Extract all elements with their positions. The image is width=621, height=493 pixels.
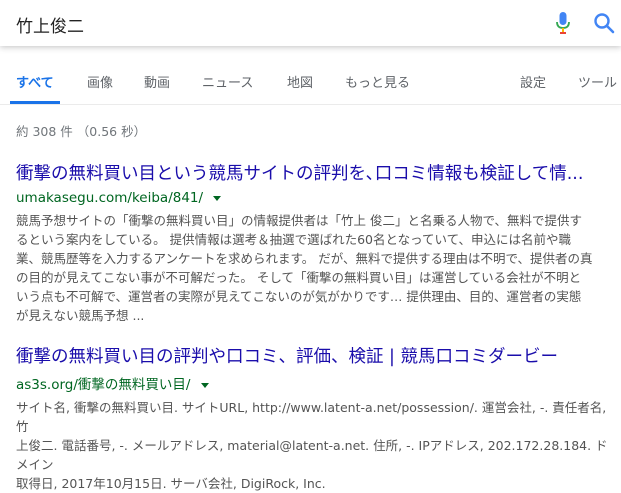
search-result: 衝撃の無料買い目という競馬サイトの評判を､口コミ情報も検証して情... umak… (16, 160, 616, 325)
snippet-line: の目的が見えてこない事が不可解だった。 そして「衝撃の無料買い目」は運営している… (16, 270, 582, 285)
search-result: 衝撃の無料買い目の評判や口コミ、評価、検証 | 競馬口コミダービー as3s.o… (16, 343, 616, 493)
result-title-link[interactable]: 衝撃の無料買い目の評判や口コミ、評価、検証 | 競馬口コミダービー (16, 343, 616, 368)
tab-maps[interactable]: 地図 (287, 72, 313, 91)
tab-tools[interactable]: ツール (578, 72, 617, 91)
microphone-icon[interactable] (556, 12, 570, 34)
tab-more[interactable]: もっと見る (345, 72, 410, 91)
result-url: umakasegu.com/keiba/841/ (16, 190, 616, 206)
result-url-text[interactable]: as3s.org/衝撃の無料買い目/ (16, 377, 190, 393)
snippet-line: 競馬予想サイトの「衝撃の無料買い目」の情報提供者は「竹上 俊二」と名乗る人物で、… (16, 213, 582, 228)
snippet-line: るという案内をしている。 提供情報は選考＆抽選で選ばれた60名となっていて、申込… (16, 232, 572, 247)
search-input[interactable]: 竹上俊二 (16, 12, 84, 37)
result-stats: 約 308 件 （0.56 秒） (16, 124, 147, 139)
chevron-down-icon[interactable] (200, 382, 209, 388)
chevron-down-icon[interactable] (213, 195, 222, 201)
result-title-link[interactable]: 衝撃の無料買い目という競馬サイトの評判を､口コミ情報も検証して情... (16, 160, 616, 185)
search-bar[interactable]: 竹上俊二 (0, 0, 621, 46)
result-url-text[interactable]: umakasegu.com/keiba/841/ (16, 190, 203, 206)
search-icon[interactable] (593, 12, 615, 34)
snippet-line: が見えない競馬予想 ... (16, 308, 145, 323)
snippet-line: 取得日, 2017年10月15日. サーバ会社, DigiRock, Inc. (16, 476, 326, 491)
result-snippet: サイト名, 衝撃の無料買い目. サイトURL, http://www.laten… (16, 398, 616, 493)
active-tab-indicator (10, 101, 60, 104)
snippet-line: 上俊二. 電話番号, -. メールアドレス, material@latent-a… (16, 438, 608, 472)
tab-news[interactable]: ニュース (202, 72, 253, 91)
tab-all[interactable]: すべて (16, 72, 54, 91)
tab-images[interactable]: 画像 (87, 72, 113, 91)
snippet-line: 業、競馬歴等を入力するアンケートを求められます。 だが、無料で提供する理由は不明… (16, 251, 593, 266)
search-tabs: すべて 画像 動画 ニュース 地図 もっと見る 設定 ツール (0, 62, 621, 105)
tab-videos[interactable]: 動画 (144, 72, 170, 91)
result-url: as3s.org/衝撃の無料買い目/ (16, 373, 616, 393)
snippet-line: いう点も不可解で、運営者の実際が見えてこないのが気がかりです… 提供理由、目的、… (16, 289, 582, 304)
tab-settings[interactable]: 設定 (520, 72, 546, 91)
result-snippet: 競馬予想サイトの「衝撃の無料買い目」の情報提供者は「竹上 俊二」と名乗る人物で、… (16, 211, 616, 325)
snippet-line: サイト名, 衝撃の無料買い目. サイトURL, http://www.laten… (16, 400, 607, 434)
